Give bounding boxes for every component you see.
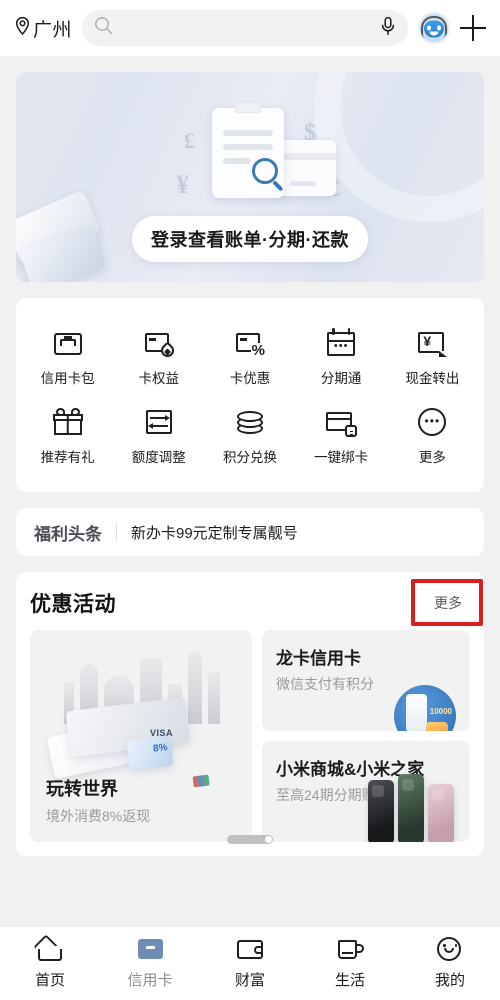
search-input[interactable] xyxy=(121,20,372,36)
tab-label: 财富 xyxy=(234,972,265,989)
quick-actions-card: 信用卡包 卡权益 % 卡优惠 ••• 分期通 ¥ 现金转出 推荐有礼 额度调整 … xyxy=(16,298,484,492)
promotions-cards: 8% VISA 玩转世界 境外消费8%返现 龙卡信用卡 微信支付有积分 1000… xyxy=(30,630,470,842)
promo-card-xiaomi[interactable]: 小米商城&小米之家 至高24期分期购 xyxy=(262,741,470,842)
quick-action-more[interactable]: ••• 更多 xyxy=(387,397,478,476)
news-bar[interactable]: 福利头条 新办卡99元定制专属靓号 xyxy=(16,508,484,556)
quick-action-card-benefit[interactable]: 卡权益 xyxy=(113,318,204,397)
quick-action-card-discount[interactable]: % 卡优惠 xyxy=(204,318,295,397)
promo-card-world[interactable]: 8% VISA 玩转世界 境外消费8%返现 xyxy=(30,630,252,842)
promo-badge-text: 8% xyxy=(152,742,169,755)
quick-action-label: 卡权益 xyxy=(138,371,180,386)
horizontal-scroll-indicator[interactable] xyxy=(227,835,273,844)
quick-action-label: 更多 xyxy=(418,450,446,465)
banner-magnifier-icon xyxy=(252,158,278,184)
promo-cards-column: 龙卡信用卡 微信支付有积分 10000 小米商城&小米之家 至高24期分期购 xyxy=(262,630,470,842)
news-divider xyxy=(116,524,117,540)
assistant-avatar-icon[interactable] xyxy=(418,12,450,44)
quick-actions-grid: 信用卡包 卡权益 % 卡优惠 ••• 分期通 ¥ 现金转出 推荐有礼 额度调整 … xyxy=(16,298,484,492)
promotions-header: 优惠活动 更多 xyxy=(30,588,470,618)
quick-action-label: 分期通 xyxy=(320,371,362,386)
card-benefit-icon xyxy=(144,328,177,360)
tab-label: 我的 xyxy=(434,972,465,989)
gift-referral-icon xyxy=(52,407,83,437)
location-selector[interactable]: 广州 xyxy=(14,15,72,42)
card-discount-icon: % xyxy=(235,328,266,358)
life-cup-icon xyxy=(336,937,364,962)
currency-symbol-cny: ¥ xyxy=(176,170,189,199)
app-screen: 广州 £ ¥ $ 登录查看账单·分期·还款 信用卡包 卡权益 % 卡优惠 •••… xyxy=(0,0,500,1000)
top-bar: 广州 xyxy=(0,0,500,56)
tab-credit-card[interactable]: 信用卡 xyxy=(100,937,200,990)
login-banner-button[interactable]: 登录查看账单·分期·还款 xyxy=(132,216,368,262)
bottom-tab-bar: 首页 信用卡 财富 生活 我的 xyxy=(0,926,500,1000)
quick-action-label: 现金转出 xyxy=(405,371,460,386)
tab-label: 信用卡 xyxy=(127,972,173,989)
promo-card-world-text: 玩转世界 境外消费8%返现 xyxy=(46,775,150,826)
more-dots-icon: ••• xyxy=(417,407,447,437)
wealth-wallet-icon xyxy=(236,937,264,962)
one-click-bind-card-icon xyxy=(326,407,358,437)
banner-swirl-decoration xyxy=(314,72,484,222)
search-icon xyxy=(94,16,113,40)
promo-card-subtitle: 境外消费8%返现 xyxy=(46,808,151,824)
banner-cards-decoration xyxy=(16,189,126,282)
visa-logo: VISA xyxy=(150,728,174,738)
quick-action-label: 额度调整 xyxy=(131,450,186,465)
tab-label: 生活 xyxy=(334,972,365,989)
promotions-section: 优惠活动 更多 8% VISA 玩转世界 境外消费8%返现 龙卡信用卡 微信支付… xyxy=(16,572,484,856)
three-phones-illustration xyxy=(368,770,460,842)
quick-action-cash-transfer[interactable]: ¥ 现金转出 xyxy=(387,318,478,397)
promotions-more-link[interactable]: 更多 xyxy=(426,589,470,617)
quick-action-bind-card[interactable]: 一键绑卡 xyxy=(296,397,387,476)
avatar-face xyxy=(424,20,444,38)
page-scroll-area[interactable]: £ ¥ $ € 登录查看账单·分期·还款 信用卡包 xyxy=(0,56,500,926)
quick-action-label: 一键绑卡 xyxy=(314,450,369,465)
quick-action-card-wallet[interactable]: 信用卡包 xyxy=(22,318,113,397)
promo-card-title: 玩转世界 xyxy=(46,779,118,799)
installment-calendar-icon: ••• xyxy=(326,328,356,358)
credit-limit-adjust-icon xyxy=(144,407,174,437)
tab-profile[interactable]: 我的 xyxy=(400,937,500,990)
quick-action-label: 推荐有礼 xyxy=(40,450,95,465)
quick-action-label: 卡优惠 xyxy=(229,371,271,386)
quick-action-label: 信用卡包 xyxy=(40,371,95,386)
microphone-icon[interactable] xyxy=(380,16,396,41)
currency-symbol-gbp: £ xyxy=(184,128,195,153)
banner-card-illustration xyxy=(278,140,336,196)
promo-card-title: 龙卡信用卡 xyxy=(276,649,361,668)
promotions-title: 优惠活动 xyxy=(30,593,116,616)
tab-life[interactable]: 生活 xyxy=(300,937,400,990)
news-headline[interactable]: 新办卡99元定制专属靓号 xyxy=(131,522,298,543)
location-pin-icon xyxy=(14,16,31,41)
search-bar[interactable] xyxy=(82,10,408,46)
quick-action-installment[interactable]: ••• 分期通 xyxy=(296,318,387,397)
quick-action-limit-adjust[interactable]: 额度调整 xyxy=(113,397,204,476)
quick-action-referral-gift[interactable]: 推荐有礼 xyxy=(22,397,113,476)
tab-wealth[interactable]: 财富 xyxy=(200,937,300,990)
home-icon xyxy=(33,934,64,962)
cash-transfer-out-icon: ¥ xyxy=(417,328,448,358)
promo-card-longcard[interactable]: 龙卡信用卡 微信支付有积分 10000 xyxy=(262,630,470,731)
tab-home[interactable]: 首页 xyxy=(0,934,100,990)
profile-smiley-icon xyxy=(436,937,464,962)
news-badge: 福利头条 xyxy=(34,524,102,544)
location-label: 广州 xyxy=(33,19,73,41)
tab-label: 首页 xyxy=(34,972,65,989)
promo-card-image-card3: 8% xyxy=(126,735,174,771)
promo-badge-text: 10000 xyxy=(429,707,452,716)
plus-icon[interactable] xyxy=(460,15,486,41)
points-exchange-icon xyxy=(235,407,265,437)
card-wallet-icon xyxy=(53,328,83,358)
quick-action-points-exchange[interactable]: 积分兑换 xyxy=(204,397,295,476)
login-banner[interactable]: £ ¥ $ € 登录查看账单·分期·还款 xyxy=(16,72,484,282)
banner-clipboard-illustration xyxy=(212,102,284,198)
credit-card-icon xyxy=(136,937,164,962)
quick-action-label: 积分兑换 xyxy=(222,450,277,465)
